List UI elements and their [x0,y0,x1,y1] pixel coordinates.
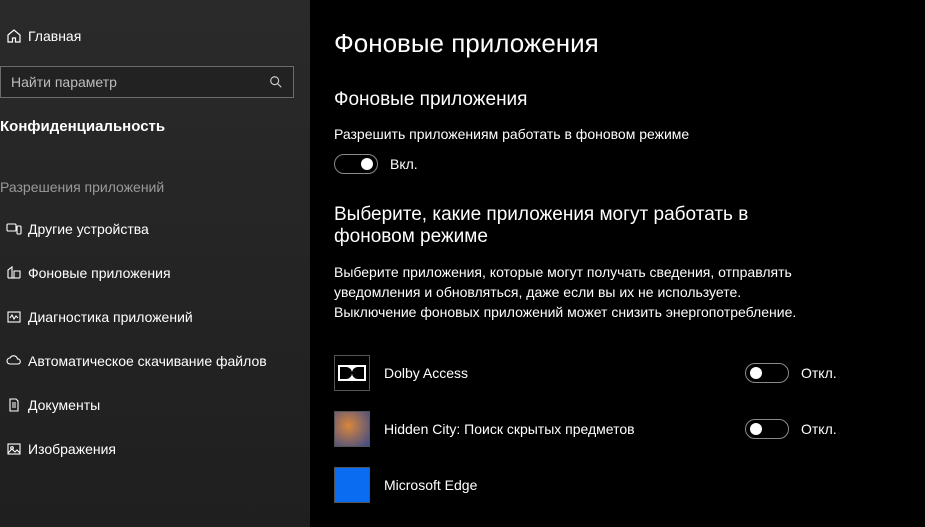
main-content: Фоновые приложения Фоновые приложения Ра… [310,0,925,527]
app-icon-edge [334,467,370,503]
sidebar-item-label: Другие устройства [28,221,149,237]
sidebar-item-background-apps[interactable]: Фоновые приложения [0,251,310,295]
home-icon [0,28,28,44]
app-toggle-dolby[interactable] [745,363,789,383]
section-title-2: Выберите, какие приложения могут работат… [334,204,814,248]
background-apps-icon [0,265,28,281]
cloud-download-icon [0,353,28,369]
sidebar-item-diagnostics[interactable]: Диагностика приложений [0,295,310,339]
search-icon [269,75,283,89]
sidebar-item-label: Изображения [28,441,116,457]
section-header: Разрешения приложений [0,159,310,207]
app-name: Dolby Access [384,365,745,381]
app-row-dolby: Dolby Access Откл. [334,345,885,401]
app-toggle-hidden-city[interactable] [745,419,789,439]
sidebar-item-home[interactable]: Главная [0,20,310,52]
app-icon-dolby [334,355,370,391]
sidebar-item-other-devices[interactable]: Другие устройства [0,207,310,251]
sidebar-item-label: Фоновые приложения [28,265,171,281]
home-label: Главная [28,28,81,44]
sidebar-item-label: Диагностика приложений [28,309,193,325]
sidebar-item-label: Автоматическое скачивание файлов [28,353,267,369]
devices-icon [0,221,28,237]
category-label: Конфиденциальность [0,112,310,159]
diagnostics-icon [0,309,28,325]
app-row-hidden-city: Hidden City: Поиск скрытых предметов Отк… [334,401,885,457]
allow-description: Разрешить приложениям работать в фоновом… [334,125,885,144]
app-name: Hidden City: Поиск скрытых предметов [384,421,745,437]
app-toggle-label: Откл. [801,421,837,437]
sidebar-item-documents[interactable]: Документы [0,383,310,427]
images-icon [0,441,28,457]
master-toggle[interactable] [334,154,378,174]
sidebar-item-label: Документы [28,397,100,413]
section-title-1: Фоновые приложения [334,89,885,111]
documents-icon [0,397,28,413]
app-name: Microsoft Edge [384,477,745,493]
search-input-container[interactable] [0,66,294,98]
app-icon-hidden-city [334,411,370,447]
section-description: Выберите приложения, которые могут получ… [334,262,814,323]
master-toggle-label: Вкл. [390,156,418,172]
page-title: Фоновые приложения [334,28,885,59]
app-toggle-label: Откл. [801,365,837,381]
app-row-edge: Microsoft Edge [334,457,885,513]
search-input[interactable] [11,74,269,90]
sidebar: Главная Конфиденциальность Разрешения пр… [0,0,310,527]
sidebar-item-auto-download[interactable]: Автоматическое скачивание файлов [0,339,310,383]
sidebar-item-images[interactable]: Изображения [0,427,310,471]
